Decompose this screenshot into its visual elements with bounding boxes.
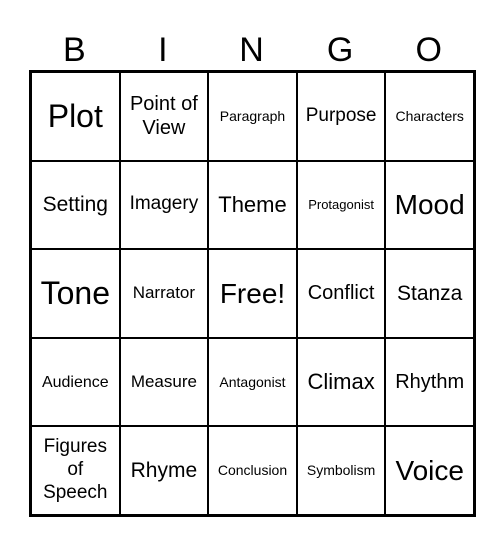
bingo-cell[interactable]: Conflict	[296, 249, 386, 338]
bingo-cell[interactable]: Point of View	[119, 72, 209, 161]
header-letter: I	[158, 31, 168, 69]
cell-label: Rhyme	[130, 459, 198, 483]
cell-label: Symbolism	[306, 462, 376, 479]
cell-label: Audience	[41, 373, 109, 391]
cell-label: Protagonist	[308, 197, 374, 213]
bingo-cell[interactable]: Symbolism	[296, 426, 386, 515]
cell-label: Figures of Speech	[43, 436, 108, 504]
cell-label: Purpose	[305, 104, 377, 126]
bingo-cell[interactable]: Setting	[31, 160, 120, 250]
cell-label: Rhythm	[395, 371, 465, 394]
cell-label: Climax	[307, 368, 375, 394]
cell-label: Narrator	[132, 283, 196, 303]
header-letter: O	[415, 31, 442, 69]
cell-label: Conflict	[307, 282, 375, 305]
cell-label: Setting	[42, 193, 108, 217]
cell-label: Imagery	[129, 193, 199, 215]
bingo-header: BINGO	[30, 30, 473, 70]
bingo-cell[interactable]: Figures of Speech	[31, 426, 120, 515]
bingo-cell[interactable]: Characters	[385, 72, 474, 161]
cell-label: Characters	[395, 107, 464, 124]
cell-label: Mood	[394, 189, 465, 221]
bingo-cell[interactable]: Measure	[119, 337, 209, 427]
bingo-cell[interactable]: Antagonist	[208, 337, 297, 427]
cell-label: Antagonist	[219, 373, 286, 390]
cell-label: Stanza	[396, 281, 463, 305]
bingo-cell[interactable]: Tone	[31, 249, 120, 338]
bingo-cell[interactable]: Mood	[385, 160, 474, 250]
cell-label: Measure	[130, 371, 197, 391]
bingo-cell[interactable]: Conclusion	[208, 426, 297, 515]
bingo-cell[interactable]: Rhythm	[385, 337, 474, 427]
header-letter: N	[239, 31, 264, 69]
bingo-cell[interactable]: Stanza	[385, 249, 474, 338]
cell-label: Tone	[40, 275, 110, 312]
cell-label: Paragraph	[219, 107, 286, 124]
bingo-cell[interactable]: Audience	[31, 337, 120, 427]
bingo-grid: Plot Point of View Paragraph Purpose Charact…	[29, 70, 476, 517]
header-letter: G	[326, 31, 354, 69]
bingo-cell[interactable]: Theme	[208, 160, 297, 250]
cell-label: Plot	[47, 98, 103, 135]
header-letter: B	[62, 31, 86, 69]
bingo-cell[interactable]: Free!	[208, 249, 297, 338]
bingo-cell[interactable]: Purpose	[296, 72, 386, 161]
bingo-cell[interactable]: Climax	[296, 337, 386, 427]
cell-label: Free!	[219, 277, 286, 309]
cell-label: Theme	[218, 191, 287, 217]
bingo-cell[interactable]: Plot	[31, 72, 120, 161]
bingo-cell[interactable]: Protagonist	[296, 160, 386, 250]
bingo-cell[interactable]: Voice	[385, 426, 474, 515]
cell-label: Conclusion	[217, 462, 288, 479]
cell-label: Voice	[395, 454, 464, 486]
cell-label: Point of View	[129, 93, 198, 140]
bingo-cell[interactable]: Imagery	[119, 160, 209, 250]
bingo-cell[interactable]: Rhyme	[119, 426, 209, 515]
bingo-cell[interactable]: Narrator	[119, 249, 209, 338]
bingo-cell[interactable]: Paragraph	[208, 72, 297, 161]
